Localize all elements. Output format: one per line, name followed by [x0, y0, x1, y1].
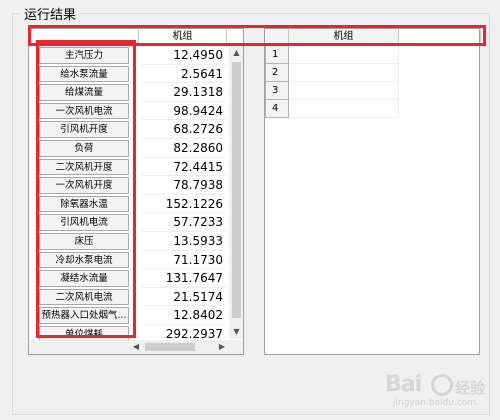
table-row[interactable]: 1	[265, 46, 399, 64]
value-cell[interactable]: 82.2860	[141, 139, 227, 158]
scroll-right-arrow-icon[interactable]: ▶	[215, 340, 229, 354]
row-number-header[interactable]: 1	[265, 46, 289, 64]
value-cell[interactable]: 71.1730	[141, 251, 227, 270]
table-row[interactable]: 3	[265, 82, 399, 100]
value-cell[interactable]: 72.4415	[141, 158, 227, 177]
vertical-scroll-thumb[interactable]	[232, 62, 241, 318]
scroll-up-arrow-icon[interactable]: ▲	[229, 46, 243, 60]
scroll-down-arrow-icon[interactable]: ▼	[229, 325, 243, 339]
highlight-box-row-labels	[36, 40, 136, 338]
value-cell[interactable]: 12.8402	[141, 306, 227, 325]
value-cell[interactable]	[289, 46, 399, 64]
value-cell[interactable]: 57.7233	[141, 213, 227, 232]
table-row[interactable]: 2	[265, 64, 399, 82]
value-cell[interactable]: 152.1226	[141, 195, 227, 214]
value-cell[interactable]: 98.9424	[141, 102, 227, 121]
value-cell[interactable]: 78.7938	[141, 176, 227, 195]
watermark-text: Bai	[385, 372, 422, 397]
baidu-watermark-logo: Bai 经验 jingyan.baidu.com	[385, 372, 495, 412]
scroll-left-arrow-icon[interactable]: ◀	[129, 340, 143, 354]
group-title: 运行结果	[20, 4, 81, 23]
value-cell[interactable]: 21.5174	[141, 288, 227, 307]
value-cell[interactable]: 13.5933	[141, 232, 227, 251]
vertical-scrollbar[interactable]: ▲ ▼	[229, 46, 243, 339]
watermark-url: jingyan.baidu.com	[393, 398, 477, 408]
value-cell[interactable]	[289, 100, 399, 118]
row-number-header[interactable]: 3	[265, 82, 289, 100]
value-cell[interactable]	[289, 64, 399, 82]
value-cell[interactable]: 2.5641	[141, 65, 227, 84]
row-number-header[interactable]: 4	[265, 100, 289, 118]
value-cell[interactable]: 12.4950	[141, 46, 227, 65]
table-row[interactable]: 4	[265, 100, 399, 118]
results-grid-right[interactable]: 机组 1234	[264, 28, 481, 355]
value-cell[interactable]	[289, 82, 399, 100]
horizontal-scroll-thumb[interactable]	[145, 343, 195, 351]
row-number-header[interactable]: 2	[265, 64, 289, 82]
scrollbar-corner	[229, 340, 243, 354]
value-cell[interactable]: 29.1318	[141, 83, 227, 102]
watermark-text-2: 经验	[455, 379, 486, 397]
horizontal-scrollbar[interactable]: ◀ ▶	[29, 340, 229, 354]
value-cell[interactable]: 68.2726	[141, 120, 227, 139]
paw-icon	[431, 374, 453, 396]
value-cell[interactable]: 131.7647	[141, 269, 227, 288]
